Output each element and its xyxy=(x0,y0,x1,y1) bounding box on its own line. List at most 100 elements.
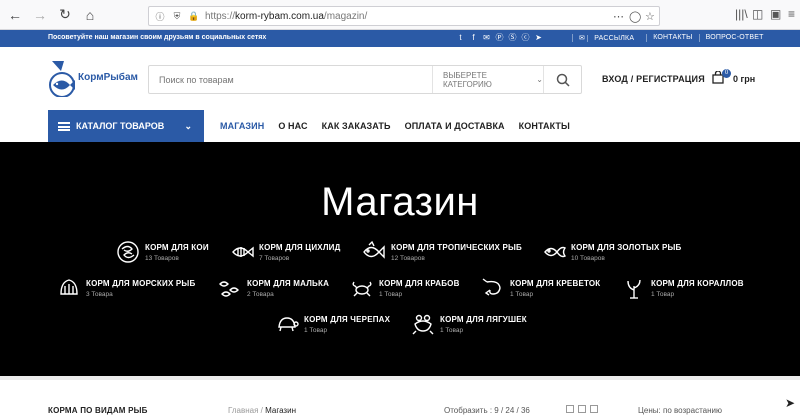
facebook-icon[interactable]: f xyxy=(469,33,478,43)
pocket-icon[interactable]: ◯ xyxy=(629,10,641,23)
category-shrimp[interactable]: КОРМ ДЛЯ КРЕВЕТОК 1 Товар xyxy=(481,276,600,300)
category-name: КОРМ ДЛЯ КОИ xyxy=(145,243,209,252)
nav-how-to-order[interactable]: КАК ЗАКАЗАТЬ xyxy=(322,121,391,131)
reload-button[interactable]: ↻ xyxy=(55,5,75,25)
search-button[interactable] xyxy=(543,66,581,93)
logo-fish-icon xyxy=(49,61,75,97)
share-promo-text: Посоветуйте наш магазин своим друзьям в … xyxy=(48,34,267,41)
breadcrumb-current: Магазин xyxy=(265,406,296,415)
main-nav: КАТАЛОГ ТОВАРОВ ⌄ МАГАЗИН О НАС КАК ЗАКА… xyxy=(0,110,800,142)
category-count: 1 Товар xyxy=(379,291,403,298)
category-count: 2 Товара xyxy=(247,291,274,298)
category-turtle[interactable]: КОРМ ДЛЯ ЧЕРЕПАХ 1 Товар xyxy=(275,312,390,336)
nav-menu: МАГАЗИН О НАС КАК ЗАКАЗАТЬ ОПЛАТА И ДОСТ… xyxy=(220,121,584,131)
category-count: 7 Товаров xyxy=(259,255,290,262)
nav-shop[interactable]: МАГАЗИН xyxy=(220,121,264,131)
home-button[interactable]: ⌂ xyxy=(80,5,100,25)
category-count: 1 Товар xyxy=(510,291,534,298)
category-name: КОРМ ДЛЯ ЛЯГУШЕК xyxy=(440,315,527,324)
category-name: КОРМ ДЛЯ ЦИХЛИД xyxy=(259,243,341,252)
cichlid-icon xyxy=(232,246,254,258)
info-icon[interactable]: ⓘ xyxy=(154,10,166,22)
coral-icon xyxy=(627,279,641,299)
category-frog[interactable]: КОРМ ДЛЯ ЛЯГУШЕК 1 Товар xyxy=(411,312,527,336)
sidebar-title: КОРМА ПО ВИДАМ РЫБ xyxy=(48,406,148,415)
lock-icon[interactable]: 🔒 xyxy=(188,10,200,22)
login-register-link[interactable]: ВХОД / РЕГИСТРАЦИЯ xyxy=(602,74,705,84)
category-fry[interactable]: КОРМ ДЛЯ МАЛЬКА 2 Товара xyxy=(218,276,329,300)
cart-button[interactable]: 0 0 грн xyxy=(712,69,762,87)
grid-4-icon[interactable] xyxy=(590,405,598,413)
marine-fish-icon xyxy=(60,279,78,295)
mouse-cursor-icon: ➤ xyxy=(785,396,796,410)
skype-icon[interactable]: Ⓢ xyxy=(508,33,517,43)
contacts-link[interactable]: КОНТАКТЫ xyxy=(646,34,698,42)
faq-link[interactable]: ВОПРОС-ОТВЕТ xyxy=(698,34,770,42)
twitter-icon[interactable]: t xyxy=(456,33,465,43)
category-count: 3 Товара xyxy=(86,291,113,298)
more-actions-icon[interactable]: ⋯ xyxy=(613,10,624,23)
grid-3-icon[interactable] xyxy=(578,405,586,413)
koi-icon xyxy=(117,241,139,263)
address-bar[interactable]: ⓘ ⛨ 🔒 https://korm-rybam.com.ua/magazin/… xyxy=(148,6,660,26)
nav-contacts[interactable]: КОНТАКТЫ xyxy=(519,121,570,131)
search-form: ВЫБЕРЕТЕ КАТЕГОРИЮ ⌄ xyxy=(148,65,582,94)
category-name: КОРМ ДЛЯ МАЛЬКА xyxy=(247,279,330,288)
category-marine[interactable]: КОРМ ДЛЯ МОРСКИХ РЫБ 3 Товара xyxy=(57,276,195,300)
newsletter-link[interactable]: ✉ РАССЫЛКА xyxy=(572,34,646,42)
category-tropical[interactable]: КОРМ ДЛЯ ТРОПИЧЕСКИХ РЫБ 12 Товаров xyxy=(362,240,522,264)
menu-icon[interactable]: ≡ xyxy=(788,7,795,21)
search-icon xyxy=(556,73,570,87)
browser-toolbar: ← → ↻ ⌂ ⓘ ⛨ 🔒 https://korm-rybam.com.ua/… xyxy=(0,0,800,30)
url-text[interactable]: https://korm-rybam.com.ua/magazin/ xyxy=(205,11,367,22)
category-count: 12 Товаров xyxy=(391,255,425,262)
search-input[interactable] xyxy=(149,66,432,93)
frog-icon xyxy=(412,314,434,335)
social-links: t f ✉ Ⓟ Ⓢ ⓒ ➤ xyxy=(456,33,543,43)
category-name: КОРМ ДЛЯ КОРАЛЛОВ xyxy=(651,279,744,288)
bookmark-star-icon[interactable]: ☆ xyxy=(645,10,655,23)
site-header: КормРыбам ВЫБЕРЕТЕ КАТЕГОРИЮ ⌄ ВХОД / РЕ… xyxy=(0,47,800,110)
breadcrumb: Главная / Магазин xyxy=(228,406,296,415)
category-name: КОРМ ДЛЯ КРЕВЕТОК xyxy=(510,279,601,288)
sidebar-icon[interactable]: ◫ xyxy=(752,7,763,21)
shrimp-icon xyxy=(482,278,501,296)
chevron-down-icon: ⌄ xyxy=(184,121,192,131)
per-page-selector[interactable]: Отобразить : 9 / 24 / 36 xyxy=(444,406,530,415)
tracking-shield-icon[interactable]: ⛨ xyxy=(171,10,183,22)
library-icon[interactable]: |||\ xyxy=(735,7,748,21)
per-page-options[interactable]: 9 / 24 / 36 xyxy=(494,406,530,415)
back-button[interactable]: ← xyxy=(5,5,25,25)
category-count: 1 Товар xyxy=(304,327,328,334)
category-name: КОРМ ДЛЯ МОРСКИХ РЫБ xyxy=(86,279,196,288)
forward-button[interactable]: → xyxy=(30,5,50,25)
category-crab[interactable]: КОРМ ДЛЯ КРАБОВ 1 Товар xyxy=(350,276,460,300)
pinterest-icon[interactable]: Ⓟ xyxy=(495,33,504,43)
sort-select[interactable]: Цены: по возрастанию xyxy=(638,406,722,415)
site-logo[interactable]: КормРыбам xyxy=(48,57,138,99)
view-mode-toggles xyxy=(566,405,598,413)
category-select[interactable]: ВЫБЕРЕТЕ КАТЕГОРИЮ ⌄ xyxy=(432,66,543,93)
category-cichlid[interactable]: КОРМ ДЛЯ ЦИХЛИД 7 Товаров xyxy=(230,240,341,264)
vk-icon[interactable]: ⓒ xyxy=(521,33,530,43)
category-coral[interactable]: КОРМ ДЛЯ КОРАЛЛОВ 1 Товар xyxy=(622,276,744,300)
category-koi[interactable]: КОРМ ДЛЯ КОИ 13 Товаров xyxy=(116,240,209,264)
breadcrumb-home[interactable]: Главная xyxy=(228,406,258,415)
catalog-label: КАТАЛОГ ТОВАРОВ xyxy=(76,121,165,131)
listing-toolbar: КОРМА ПО ВИДАМ РЫБ Главная / Магазин Ото… xyxy=(0,376,800,415)
category-goldfish[interactable]: КОРМ ДЛЯ ЗОЛОТЫХ РЫБ 10 Товаров xyxy=(542,240,681,264)
category-name: КОРМ ДЛЯ ТРОПИЧЕСКИХ РЫБ xyxy=(391,243,522,252)
per-page-label: Отобразить : xyxy=(444,406,493,415)
nav-payment-delivery[interactable]: ОПЛАТА И ДОСТАВКА xyxy=(405,121,505,131)
nav-about[interactable]: О НАС xyxy=(278,121,307,131)
catalog-menu-button[interactable]: КАТАЛОГ ТОВАРОВ ⌄ xyxy=(48,110,204,142)
hamburger-icon xyxy=(58,121,70,131)
email-icon[interactable]: ✉ xyxy=(482,33,491,43)
category-count: 1 Товар xyxy=(651,291,675,298)
category-name: КОРМ ДЛЯ КРАБОВ xyxy=(379,279,460,288)
grid-2-icon[interactable] xyxy=(566,405,574,413)
account-icon[interactable]: ▣ xyxy=(770,7,781,21)
category-count: 10 Товаров xyxy=(571,255,605,262)
category-select-label: ВЫБЕРЕТЕ КАТЕГОРИЮ xyxy=(443,70,492,89)
telegram-icon[interactable]: ➤ xyxy=(534,33,543,43)
